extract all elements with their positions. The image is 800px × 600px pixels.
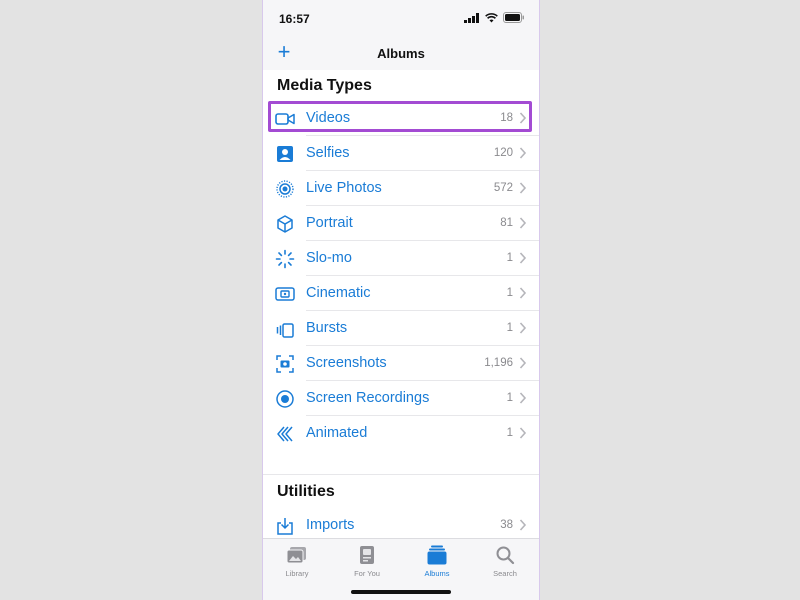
album-row-screen-recordings[interactable]: Screen Recordings 1 xyxy=(263,381,539,416)
album-count: 1 xyxy=(506,427,513,439)
chevron-right-icon xyxy=(519,322,527,334)
wifi-icon xyxy=(485,12,498,22)
chevron-right-icon xyxy=(519,357,527,369)
status-bar: 16:57 xyxy=(263,0,539,38)
album-label: Cinematic xyxy=(306,285,371,301)
status-icons xyxy=(464,12,525,23)
page-title: Albums xyxy=(377,46,425,61)
tab-label: Library xyxy=(285,569,309,578)
album-label: Live Photos xyxy=(306,180,382,196)
album-row-portrait[interactable]: Portrait 81 xyxy=(263,206,539,241)
live-photo-icon xyxy=(275,179,295,199)
chevron-right-icon xyxy=(519,252,527,264)
tab-for-you[interactable]: For You xyxy=(337,545,397,578)
albums-list[interactable]: Media Types Videos 18 Selfies 120 Live P xyxy=(263,70,539,538)
album-count: 81 xyxy=(500,217,513,229)
album-row-cinematic[interactable]: Cinematic 1 xyxy=(263,276,539,311)
album-label: Portrait xyxy=(306,215,353,231)
home-indicator xyxy=(351,590,451,594)
chevron-right-icon xyxy=(519,427,527,439)
chevron-right-icon xyxy=(519,519,527,531)
album-count: 1 xyxy=(506,392,513,404)
album-label: Bursts xyxy=(306,320,348,336)
selfie-portrait-icon xyxy=(275,144,295,164)
album-label: Imports xyxy=(306,517,355,533)
magnifier-icon xyxy=(494,545,516,565)
cellular-signal-icon xyxy=(464,12,479,23)
battery-icon xyxy=(503,12,524,23)
navigation-bar: + Albums xyxy=(263,38,539,71)
album-label: Screen Recordings xyxy=(306,390,430,406)
album-label: Screenshots xyxy=(306,355,387,371)
album-label: Selfies xyxy=(306,145,350,161)
album-count: 1,196 xyxy=(484,357,513,369)
videos-highlight-box xyxy=(268,101,532,132)
album-label: Animated xyxy=(306,425,368,441)
album-count: 572 xyxy=(493,182,513,194)
chevron-right-icon xyxy=(519,392,527,404)
chevron-right-icon xyxy=(519,287,527,299)
for-you-icon xyxy=(356,545,378,565)
animated-icon xyxy=(275,424,295,444)
screen-recording-icon xyxy=(275,389,295,409)
tab-search[interactable]: Search xyxy=(475,545,535,578)
photo-library-icon xyxy=(286,545,308,565)
album-count: 1 xyxy=(506,322,513,334)
album-row-animated[interactable]: Animated 1 xyxy=(263,416,539,451)
section-separator xyxy=(263,474,539,475)
album-label: Slo-mo xyxy=(306,250,352,266)
chevron-right-icon xyxy=(519,182,527,194)
album-count: 1 xyxy=(506,287,513,299)
status-time: 16:57 xyxy=(279,12,310,26)
album-row-bursts[interactable]: Bursts 1 xyxy=(263,311,539,346)
section-title-media-types: Media Types xyxy=(277,77,372,94)
album-count: 120 xyxy=(493,147,513,159)
cube-icon xyxy=(275,214,295,234)
album-row-selfies[interactable]: Selfies 120 xyxy=(263,136,539,171)
tab-label: Albums xyxy=(424,569,450,578)
album-count: 38 xyxy=(500,519,513,531)
album-count: 1 xyxy=(506,252,513,264)
import-tray-icon xyxy=(275,516,295,536)
tab-label: For You xyxy=(354,569,380,578)
cinematic-icon xyxy=(275,284,295,304)
tab-label: Search xyxy=(493,569,517,578)
tab-albums[interactable]: Albums xyxy=(407,545,467,578)
section-title-utilities: Utilities xyxy=(277,483,335,500)
album-row-screenshots[interactable]: Screenshots 1,196 xyxy=(263,346,539,381)
chevron-right-icon xyxy=(519,147,527,159)
slomo-dial-icon xyxy=(275,249,295,269)
phone-screen: 16:57 + Albums Media Types Videos 18 Sel… xyxy=(262,0,540,600)
album-row-slo-mo[interactable]: Slo-mo 1 xyxy=(263,241,539,276)
bursts-icon xyxy=(275,319,295,339)
tab-library[interactable]: Library xyxy=(267,545,327,578)
albums-stack-icon xyxy=(426,545,448,565)
album-row-live-photos[interactable]: Live Photos 572 xyxy=(263,171,539,206)
screenshot-icon xyxy=(275,354,295,374)
chevron-right-icon xyxy=(519,217,527,229)
